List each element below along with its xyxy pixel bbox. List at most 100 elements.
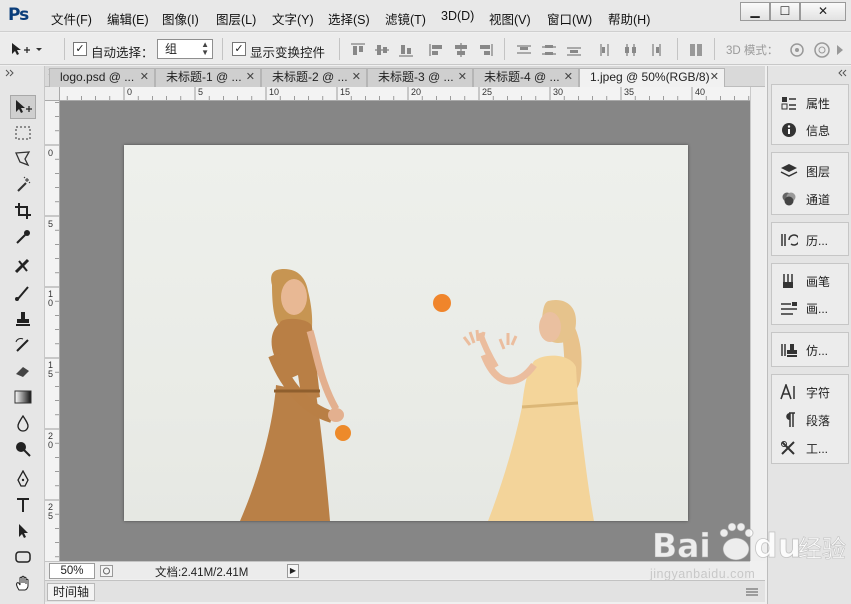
menu-window[interactable]: 窗口(W): [547, 9, 592, 28]
panel-history[interactable]: 历...: [780, 229, 828, 251]
3d-rotate-icon[interactable]: [788, 41, 808, 59]
menu-filter[interactable]: 滤镜(T): [385, 9, 426, 28]
vertical-ruler[interactable]: 0 5 1 0 1 5 2 0 2 5: [45, 101, 60, 561]
align-right-icon[interactable]: [477, 43, 493, 57]
crop-tool[interactable]: [10, 199, 36, 223]
dodge-icon: [16, 442, 31, 457]
tool-preset-picker[interactable]: [8, 41, 48, 57]
status-menu-arrow-icon[interactable]: ▶: [287, 564, 299, 578]
pen-tool[interactable]: [10, 467, 36, 491]
magic-wand-icon: [17, 176, 31, 192]
move-tool[interactable]: [10, 95, 36, 119]
panel-label: 属性: [806, 96, 831, 111]
close-tab-icon[interactable]: ✕: [710, 69, 719, 86]
align-bottom-icon[interactable]: [398, 43, 414, 57]
align-top-icon[interactable]: [350, 43, 366, 57]
document-tab[interactable]: 未标题-4 @ ... ✕: [473, 68, 579, 87]
document-info-icon[interactable]: [100, 565, 113, 577]
document-canvas-image[interactable]: [124, 145, 688, 521]
menu-layer[interactable]: 图层(L): [216, 9, 256, 28]
show-transform-checkbox[interactable]: ✓: [232, 42, 246, 56]
distribute-vcenter-icon[interactable]: [541, 43, 557, 57]
clone-source-icon: [780, 341, 798, 359]
history-brush-tool[interactable]: [10, 333, 36, 357]
distribute-left-icon[interactable]: [598, 43, 614, 57]
timeline-tab[interactable]: 时间轴: [47, 583, 95, 601]
vertical-scrollbar[interactable]: [750, 87, 765, 561]
stamp-icon: [16, 312, 30, 326]
ruler-label: 0: [127, 87, 133, 97]
close-button[interactable]: ✕: [800, 2, 846, 21]
quick-selection-tool[interactable]: [10, 173, 36, 197]
panel-label: 信息: [806, 123, 831, 138]
dodge-tool[interactable]: [10, 437, 36, 461]
menu-file[interactable]: 文件(F): [51, 9, 92, 28]
document-tab[interactable]: logo.psd @ ... ✕: [49, 68, 155, 87]
hand-tool[interactable]: [10, 571, 36, 595]
svg-text:du: du: [754, 526, 801, 565]
distribute-hcenter-icon[interactable]: [623, 43, 639, 57]
restore-button[interactable]: ☐: [770, 2, 800, 21]
close-tab-icon[interactable]: ✕: [564, 69, 573, 86]
close-tab-icon[interactable]: ✕: [140, 69, 149, 86]
auto-select-dropdown[interactable]: 组 ▲ ▼: [157, 39, 213, 59]
document-tab[interactable]: 未标题-3 @ ... ✕: [367, 68, 473, 87]
distribute-bottom-icon[interactable]: [566, 43, 582, 57]
menu-help[interactable]: 帮助(H): [608, 9, 650, 28]
panel-tool-presets[interactable]: 工...: [780, 437, 828, 459]
align-vcenter-icon[interactable]: [374, 43, 390, 57]
menu-select[interactable]: 选择(S): [328, 9, 370, 28]
separator: [677, 38, 678, 60]
close-tab-icon[interactable]: ✕: [352, 69, 361, 86]
collapse-panel-icon[interactable]: [4, 69, 18, 77]
panel-clone-source[interactable]: 仿...: [780, 339, 828, 361]
distribute-top-icon[interactable]: [516, 43, 532, 57]
tab-label: logo.psd @ ...: [60, 70, 135, 84]
brush-tool[interactable]: [10, 281, 36, 305]
eraser-tool[interactable]: [10, 359, 36, 383]
distribute-right-icon[interactable]: [648, 43, 664, 57]
auto-align-icon[interactable]: [688, 43, 704, 57]
ruler-origin[interactable]: [45, 87, 60, 101]
panel-brush[interactable]: 画笔: [780, 270, 830, 292]
path-selection-tool[interactable]: [10, 519, 36, 543]
panel-properties[interactable]: 属性: [780, 92, 830, 114]
close-tab-icon[interactable]: ✕: [246, 69, 255, 86]
lasso-tool[interactable]: [10, 147, 36, 171]
healing-brush-tool[interactable]: [10, 255, 36, 279]
document-tab[interactable]: 未标题-2 @ ... ✕: [261, 68, 367, 87]
align-hcenter-icon[interactable]: [453, 43, 469, 57]
3d-roll-icon[interactable]: [813, 41, 831, 59]
shape-tool[interactable]: [10, 545, 36, 569]
auto-select-checkbox[interactable]: ✓: [73, 42, 87, 56]
zoom-level-field[interactable]: 50%: [49, 563, 95, 579]
expand-panels-icon[interactable]: [836, 69, 848, 77]
document-tab[interactable]: 未标题-1 @ ... ✕: [155, 68, 261, 87]
ruler-label: 30: [553, 87, 564, 97]
ruler-label: 1 0: [48, 289, 54, 308]
panel-brush-presets[interactable]: 画...: [780, 297, 828, 319]
horizontal-ruler[interactable]: 0 5 10 15 20 25 30 35 40: [60, 87, 750, 101]
menu-3d[interactable]: 3D(D): [441, 9, 474, 23]
close-tab-icon[interactable]: ✕: [458, 69, 467, 86]
photo-mother-daughter-juggling: [240, 269, 594, 521]
type-tool[interactable]: [10, 493, 36, 517]
align-left-icon[interactable]: [429, 43, 445, 57]
3d-pan-icon[interactable]: [835, 41, 849, 59]
panel-layers[interactable]: 图层: [780, 160, 830, 182]
menu-view[interactable]: 视图(V): [489, 9, 531, 28]
menu-image[interactable]: 图像(I): [162, 9, 199, 28]
panel-channels[interactable]: 通道: [780, 188, 830, 210]
clone-stamp-tool[interactable]: [10, 307, 36, 331]
marquee-tool[interactable]: [10, 121, 36, 145]
panel-paragraph[interactable]: 段落: [780, 409, 830, 431]
active-document-tab[interactable]: 1.jpeg @ 50%(RGB/8) ✕: [579, 68, 725, 87]
panel-info[interactable]: 信息: [780, 119, 830, 141]
menu-type[interactable]: 文字(Y): [272, 9, 314, 28]
panel-character[interactable]: 字符: [780, 381, 830, 403]
minimize-button[interactable]: ▁: [740, 2, 770, 21]
menu-edit[interactable]: 编辑(E): [107, 9, 149, 28]
eyedropper-tool[interactable]: [10, 225, 36, 249]
blur-tool[interactable]: [10, 411, 36, 435]
gradient-tool[interactable]: [10, 385, 36, 409]
